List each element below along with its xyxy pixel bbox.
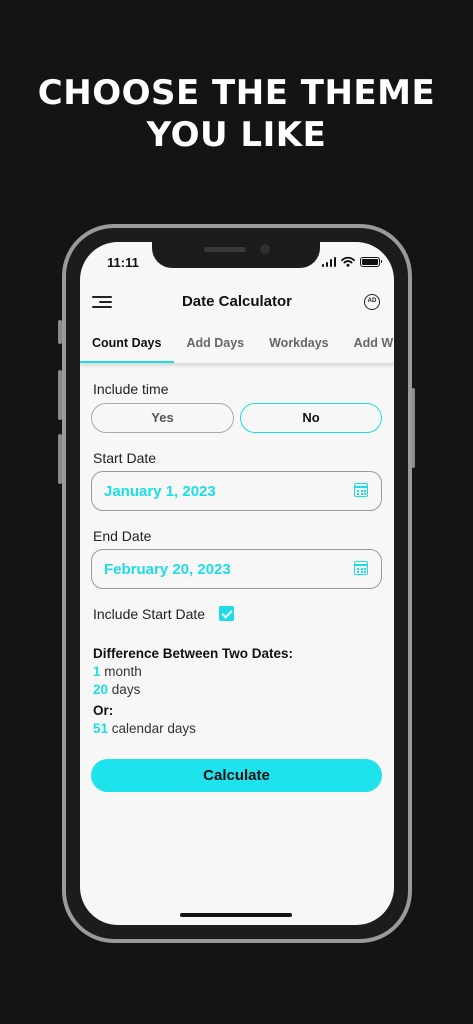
calendar-icon[interactable] xyxy=(354,561,368,575)
result-or-label: Or: xyxy=(93,703,114,718)
include-start-date-checkbox[interactable] xyxy=(219,606,234,621)
front-camera xyxy=(260,244,270,254)
end-date-value: February 20, 2023 xyxy=(104,561,231,578)
status-icons xyxy=(321,256,382,267)
tab-count-days[interactable]: Count Days xyxy=(80,326,175,363)
headline: CHOOSE THE THEME YOU LIKE xyxy=(0,72,473,156)
cellular-signal-icon xyxy=(321,256,336,267)
result-days-value: 20 xyxy=(93,682,109,697)
app-title: Date Calculator xyxy=(181,293,293,310)
headline-line-1: CHOOSE THE THEME xyxy=(37,73,436,113)
app-bar: Date Calculator AD xyxy=(80,290,394,314)
include-time-no-button[interactable]: No xyxy=(240,403,382,433)
result-calendar-days: 51 calendar days xyxy=(93,721,196,736)
include-time-yes-button[interactable]: Yes xyxy=(91,403,234,433)
end-date-field[interactable]: February 20, 2023 xyxy=(91,549,382,589)
start-date-field[interactable]: January 1, 2023 xyxy=(91,471,382,511)
result-days-unit: days xyxy=(111,682,141,697)
result-months-unit: month xyxy=(104,664,142,679)
result-calendar-days-value: 51 xyxy=(93,721,109,736)
include-start-date-label: Include Start Date xyxy=(93,606,206,622)
notch xyxy=(152,242,320,268)
calendar-icon[interactable] xyxy=(354,483,368,497)
start-date-label: Start Date xyxy=(93,450,157,466)
tab-workdays[interactable]: Workdays xyxy=(257,326,342,363)
headline-line-2: YOU LIKE xyxy=(146,115,327,155)
result-title: Difference Between Two Dates: xyxy=(93,646,294,661)
tab-add-days[interactable]: Add Days xyxy=(174,326,257,363)
home-indicator[interactable] xyxy=(180,913,292,917)
result-days: 20 days xyxy=(93,682,140,697)
result-calendar-days-unit: calendar days xyxy=(111,721,196,736)
remove-ads-icon[interactable]: AD xyxy=(364,294,380,310)
include-time-label: Include time xyxy=(93,381,169,397)
tab-add-workdays[interactable]: Add W xyxy=(342,326,394,363)
speaker xyxy=(204,247,246,252)
start-date-value: January 1, 2023 xyxy=(104,483,216,500)
result-months-value: 1 xyxy=(93,664,101,679)
end-date-label: End Date xyxy=(93,528,152,544)
phone-screen: 11:11 Date Calculator AD Count Days Add … xyxy=(80,242,394,925)
wifi-icon xyxy=(341,256,355,267)
calculate-button[interactable]: Calculate xyxy=(91,759,382,792)
status-time: 11:11 xyxy=(107,255,139,270)
tab-bar: Count Days Add Days Workdays Add W xyxy=(80,326,394,364)
battery-icon xyxy=(360,256,382,267)
result-months: 1 month xyxy=(93,664,142,679)
